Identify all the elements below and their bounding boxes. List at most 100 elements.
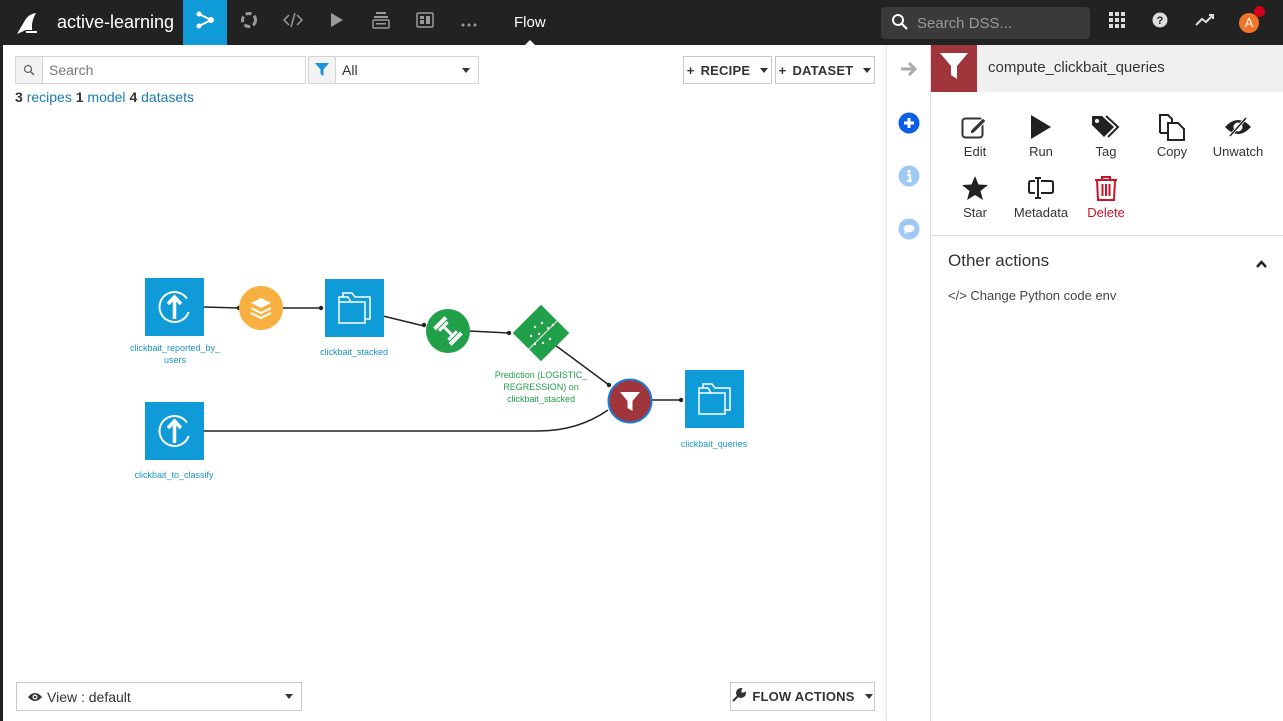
edge-endpoint — [318, 305, 324, 311]
flow-canvas[interactable]: All 3 recipes 1 model 4 datasets + RECIP… — [0, 45, 886, 721]
other-actions-title[interactable]: Other actions — [948, 251, 1049, 271]
discussions-tab[interactable] — [897, 218, 921, 245]
run-nav-button[interactable] — [315, 0, 359, 45]
node-label-line: Prediction (LOGISTIC_ — [494, 370, 588, 380]
node-label-line: clickbait_stacked — [506, 394, 576, 404]
edit-label: Edit — [963, 144, 987, 159]
more-dots-icon — [461, 14, 477, 32]
activity-button[interactable] — [1187, 0, 1223, 45]
view-select[interactable]: View : default — [16, 682, 302, 711]
flow-actions-label: FLOW ACTIONS — [752, 689, 855, 704]
svg-text:?: ? — [1157, 15, 1164, 27]
edge-endpoint — [506, 330, 512, 336]
run-action[interactable]: Run — [1008, 112, 1074, 159]
edge-stacked-to-train — [382, 315, 425, 327]
help-button[interactable]: ? — [1142, 0, 1178, 45]
copy-icon — [1139, 112, 1205, 142]
selected-item-header: compute_clickbait_queries — [931, 45, 1283, 92]
node-label-line: clickbait_reported_by_ — [129, 343, 221, 353]
chevron-down-icon — [864, 694, 873, 699]
node-label-clickbait-reported-by-users[interactable]: clickbait_reported_by_ users — [120, 342, 230, 366]
edit-icon — [942, 112, 1008, 142]
avatar: A — [1239, 5, 1265, 33]
project-name[interactable]: active-learning — [57, 12, 174, 33]
eye-icon — [27, 690, 43, 706]
node-label-clickbait-queries[interactable]: clickbait_queries — [664, 438, 764, 450]
apps-button[interactable] — [1099, 0, 1135, 45]
delete-action[interactable]: Delete — [1073, 173, 1139, 220]
flow-actions-button[interactable]: FLOW ACTIONS — [730, 682, 875, 711]
notification-dot — [1254, 5, 1265, 17]
ml-nav-button[interactable] — [227, 0, 271, 45]
unwatch-label: Unwatch — [1212, 144, 1264, 159]
help-icon: ? — [1152, 12, 1168, 33]
plus-circle-icon — [898, 112, 920, 139]
divider — [931, 235, 1283, 236]
metadata-action[interactable]: Metadata — [1008, 173, 1074, 220]
node-label-line: REGRESSION) on — [503, 382, 579, 392]
top-navigation-bar: active-learning Flow Search DSS... ? A — [0, 0, 1283, 45]
info-icon — [898, 165, 920, 192]
actions-tab[interactable] — [897, 112, 921, 139]
play-icon — [330, 12, 344, 33]
metadata-label: Metadata — [1013, 205, 1069, 220]
star-label: Star — [963, 205, 987, 220]
stack-recipe-node[interactable] — [239, 286, 283, 330]
metadata-icon — [1008, 173, 1074, 203]
filter-recipe-node-selected[interactable] — [607, 378, 653, 424]
eye-slash-icon — [1205, 112, 1271, 142]
copy-action[interactable]: Copy — [1139, 112, 1205, 159]
dataset-node-clickbait-reported-by-users[interactable] — [145, 278, 204, 336]
train-recipe-node[interactable] — [426, 309, 470, 353]
flow-nav-button[interactable] — [183, 0, 227, 45]
chevron-down-icon — [285, 694, 293, 699]
dataiku-logo-icon[interactable] — [14, 10, 40, 36]
node-label-clickbait-to-classify[interactable]: clickbait_to_classify — [119, 469, 229, 481]
dss-search-box[interactable] — [881, 7, 1090, 39]
right-panel: compute_clickbait_queries Edit Run Tag C… — [931, 45, 1283, 721]
dataset-node-clickbait-queries[interactable] — [685, 370, 744, 428]
change-python-code-env-action[interactable]: </> Change Python code env — [948, 288, 1116, 303]
edit-action[interactable]: Edit — [942, 112, 1008, 159]
dataset-node-clickbait-to-classify[interactable] — [145, 402, 204, 460]
chat-bubble-icon — [898, 218, 920, 245]
edge-endpoint — [606, 382, 612, 388]
details-tab[interactable] — [897, 165, 921, 192]
flow-icon — [195, 11, 215, 34]
flow-graph — [145, 278, 744, 460]
copy-label: Copy — [1156, 144, 1188, 159]
current-section-label: Flow — [514, 14, 546, 31]
delete-label: Delete — [1087, 205, 1125, 220]
right-panel-tab-strip — [886, 45, 931, 721]
dashboard-nav-button[interactable] — [403, 0, 447, 45]
search-icon — [891, 13, 909, 36]
wrench-icon — [732, 687, 747, 705]
collapse-panel-button[interactable] — [897, 59, 921, 83]
code-nav-button[interactable] — [271, 0, 315, 45]
chevron-up-icon[interactable] — [1256, 255, 1267, 273]
deploy-nav-button[interactable] — [359, 0, 403, 45]
more-nav-button[interactable] — [447, 0, 491, 45]
edge-reported-to-stack — [203, 306, 240, 309]
stack-icon — [372, 11, 390, 34]
selected-item-title[interactable]: compute_clickbait_queries — [988, 59, 1165, 76]
tag-action[interactable]: Tag — [1073, 112, 1139, 159]
code-icon — [282, 12, 304, 33]
edge-train-to-model — [468, 330, 510, 334]
unwatch-action[interactable]: Unwatch — [1205, 112, 1271, 159]
arrow-right-icon — [900, 61, 918, 82]
node-label-line: users — [163, 355, 186, 365]
model-node-logistic-regression[interactable] — [512, 304, 570, 362]
node-label-prediction-model[interactable]: Prediction (LOGISTIC_ REGRESSION) on cli… — [486, 369, 596, 405]
star-action[interactable]: Star — [942, 173, 1008, 220]
filter-icon — [940, 51, 968, 86]
node-label-clickbait-stacked[interactable]: clickbait_stacked — [304, 346, 404, 358]
dashboard-icon — [416, 12, 434, 33]
dss-search-input[interactable] — [917, 13, 1082, 33]
trend-icon — [1195, 13, 1215, 32]
view-select-value: View : default — [47, 689, 131, 705]
user-menu-button[interactable]: A — [1231, 0, 1267, 45]
edge-endpoint — [678, 397, 684, 403]
ml-circle-icon — [240, 11, 258, 34]
dataset-node-clickbait-stacked[interactable] — [325, 279, 384, 337]
